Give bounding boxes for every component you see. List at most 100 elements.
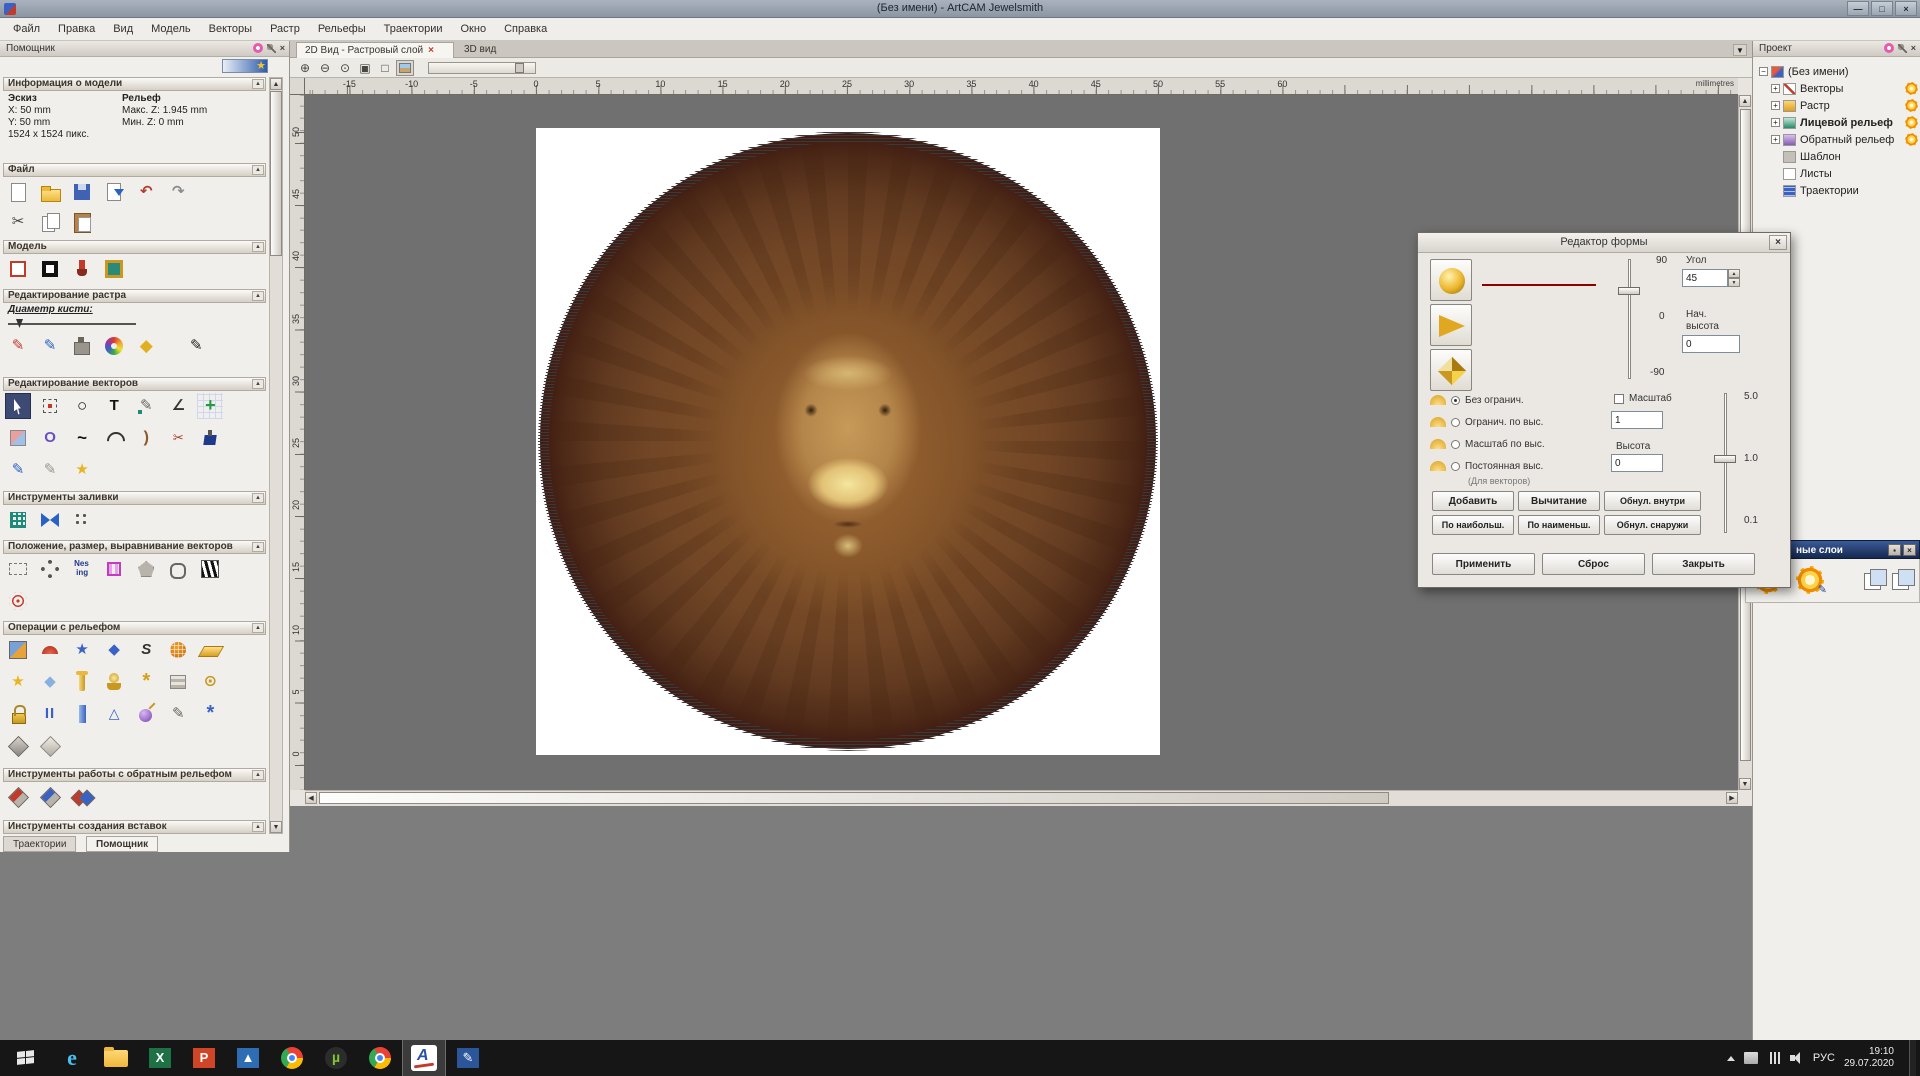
subtract-relief-icon[interactable] — [165, 669, 191, 695]
tree-item-4[interactable]: + Лицевой рельеф — [1757, 114, 1918, 131]
scroll-down-icon[interactable]: ▼ — [270, 821, 282, 833]
tree-item-2[interactable]: + Векторы — [1757, 80, 1918, 97]
zoom-window-icon[interactable]: □ — [376, 60, 394, 76]
layer-stack-icon[interactable] — [1864, 569, 1887, 591]
close-panel-icon[interactable]: × — [1903, 544, 1916, 556]
transform-vectors-icon[interactable] — [37, 393, 63, 419]
new-layer-icon[interactable] — [1892, 569, 1915, 591]
interactive-sculpting-icon[interactable] — [133, 701, 159, 727]
collapse-arrow-icon[interactable]: ▲ — [252, 242, 264, 252]
angle-slider-thumb[interactable] — [1618, 287, 1640, 295]
scroll-down-icon[interactable]: ▼ — [1739, 778, 1751, 790]
copy-icon[interactable] — [37, 209, 63, 235]
wrap-vectors-icon[interactable] — [197, 556, 223, 582]
flower-icon[interactable] — [1883, 43, 1894, 53]
menu-item-10[interactable]: Справка — [495, 20, 556, 38]
layer-preview-toggle-icon[interactable] — [396, 59, 414, 76]
collapse-arrow-icon[interactable]: ▲ — [252, 79, 264, 89]
reset-relief-icon[interactable] — [37, 733, 63, 759]
create-arc-icon[interactable] — [101, 425, 127, 451]
merge-highest-button[interactable]: По наибольш. — [1432, 515, 1514, 535]
artcam-taskbar-button[interactable] — [402, 1040, 446, 1076]
scroll-right-icon[interactable]: ▶ — [1726, 792, 1738, 804]
menu-item-2[interactable]: Правка — [49, 20, 104, 38]
close-dialog-button[interactable]: Закрыть — [1652, 553, 1755, 575]
apply-button[interactable]: Применить — [1432, 553, 1535, 575]
add-button[interactable]: Добавить — [1432, 491, 1514, 511]
section-header-fill[interactable]: Инструменты заливки ▲ — [3, 491, 266, 505]
close-tab-icon[interactable]: × — [428, 45, 434, 56]
lock-relief-icon[interactable] — [5, 701, 31, 727]
section-header-position[interactable]: Положение, размер, выравнивание векторов… — [3, 540, 266, 554]
scale-slider-thumb[interactable] — [1714, 455, 1736, 463]
dome-shape-button[interactable] — [1430, 259, 1472, 301]
collapse-arrow-icon[interactable]: ▲ — [252, 165, 264, 175]
model-image-area[interactable] — [536, 128, 1160, 755]
pin-icon[interactable] — [266, 43, 276, 53]
collapse-arrow-icon[interactable]: ▲ — [252, 291, 264, 301]
limit-option-2[interactable]: Огранич. по выс. — [1430, 411, 1590, 433]
menu-item-6[interactable]: Растр — [261, 20, 309, 38]
start-button[interactable] — [0, 1040, 50, 1076]
fade-relief-icon[interactable]: ◆ — [37, 669, 63, 695]
reset-button[interactable]: Сброс — [1542, 553, 1645, 575]
open-model-icon[interactable] — [37, 179, 63, 205]
slope-relief-icon[interactable]: ✎ — [165, 701, 191, 727]
layer-edit-icon[interactable]: ✎ — [1796, 566, 1827, 596]
fill-points-icon[interactable] — [69, 507, 95, 533]
cone-shape-button[interactable] — [1430, 304, 1472, 346]
spin-up-icon[interactable]: ▲ — [1728, 269, 1740, 278]
opacity-slider[interactable] — [428, 61, 536, 74]
create-star-icon[interactable]: ★ — [69, 457, 95, 483]
clone-icon[interactable] — [69, 333, 95, 359]
zero-inside-button[interactable]: Обнул. внутри — [1604, 491, 1701, 511]
tab-list-dropdown-icon[interactable]: ▼ — [1733, 44, 1747, 56]
assistant-panel-header[interactable]: Помощник × — [0, 41, 289, 57]
clock[interactable]: 19:10 29.07.2020 — [1844, 1046, 1894, 1070]
smooth-dome-icon[interactable] — [37, 637, 63, 663]
collapse-arrow-icon[interactable]: ▲ — [252, 770, 264, 780]
powerpoint-taskbar-button[interactable]: P — [182, 1040, 226, 1076]
star-relief-icon[interactable]: ★ — [69, 637, 95, 663]
maximize-button[interactable]: □ — [1871, 1, 1893, 16]
create-circle-icon[interactable]: ○ — [69, 393, 95, 419]
excel-taskbar-button[interactable]: X — [138, 1040, 182, 1076]
menu-item-7[interactable]: Рельефы — [309, 20, 375, 38]
explorer-taskbar-button[interactable] — [94, 1040, 138, 1076]
menu-item-3[interactable]: Вид — [104, 20, 142, 38]
menu-item-4[interactable]: Модель — [142, 20, 199, 38]
angle-slider[interactable] — [1618, 259, 1640, 379]
paste-icon[interactable] — [69, 209, 95, 235]
layer-visibility-icon[interactable] — [1905, 116, 1918, 129]
tree-item-5[interactable]: + Обратный рельеф — [1757, 131, 1918, 148]
section-header-raster[interactable]: Редактирование растра ▲ — [3, 289, 266, 303]
bottom-tab-assistant[interactable]: Помощник — [86, 836, 159, 852]
expand-icon[interactable]: + — [1771, 101, 1780, 110]
node-editing-icon[interactable]: ✎ — [133, 393, 159, 419]
collapse-arrow-icon[interactable]: ▲ — [252, 542, 264, 552]
start-height-input[interactable] — [1682, 335, 1740, 353]
layer-visibility-icon[interactable] — [1905, 133, 1918, 146]
expand-icon[interactable]: + — [1771, 118, 1780, 127]
tab-3d-view[interactable]: 3D вид — [456, 42, 518, 58]
scale-relief-icon[interactable]: II — [37, 701, 63, 727]
photos-taskbar-button[interactable]: ▲ — [226, 1040, 270, 1076]
cut-icon[interactable]: ✂ — [5, 209, 31, 235]
height-input[interactable] — [1611, 454, 1663, 472]
shape-editor-icon[interactable] — [5, 637, 31, 663]
menu-item-5[interactable]: Векторы — [200, 20, 261, 38]
layer-visibility-icon[interactable] — [1905, 99, 1918, 112]
draw-icon[interactable]: ✎ — [37, 333, 63, 359]
section-header-back-relief[interactable]: Инструменты работы с обратным рельефом ▲ — [3, 768, 266, 782]
scroll-left-icon[interactable]: ◀ — [305, 792, 317, 804]
offset-relief-icon[interactable] — [5, 733, 31, 759]
colour-palette-icon[interactable] — [101, 333, 127, 359]
emboss-wizard-icon[interactable] — [101, 669, 127, 695]
tab-2d-view[interactable]: 2D Вид - Растровый слой × — [296, 42, 454, 58]
smooth-relief-icon[interactable]: S — [133, 637, 159, 663]
select-vectors-icon[interactable] — [5, 393, 31, 419]
light-material-icon[interactable] — [69, 256, 95, 282]
tree-item-6[interactable]: Шаблон — [1757, 148, 1918, 165]
network-icon[interactable] — [1766, 1052, 1781, 1064]
menu-item-9[interactable]: Окно — [452, 20, 496, 38]
